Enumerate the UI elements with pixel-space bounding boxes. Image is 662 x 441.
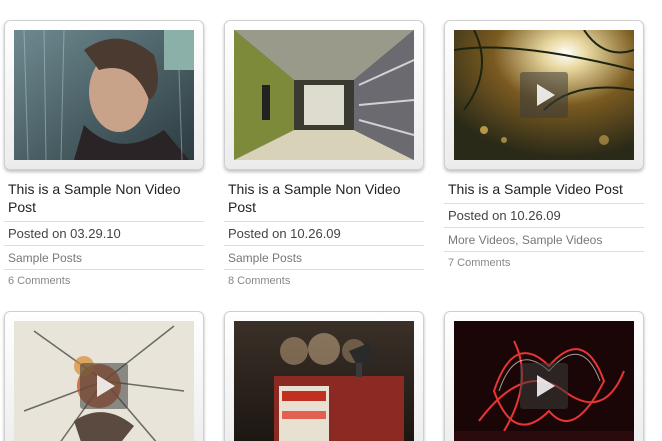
post-date: Posted on 10.26.09 bbox=[224, 221, 424, 245]
post-categories: Sample Posts bbox=[4, 245, 204, 269]
play-icon[interactable] bbox=[80, 363, 128, 409]
thumbnail-image[interactable] bbox=[454, 30, 634, 160]
play-icon[interactable] bbox=[520, 72, 568, 118]
post-thumbnail[interactable] bbox=[4, 311, 204, 441]
category-separator: , bbox=[515, 233, 522, 247]
thumbnail-image[interactable] bbox=[234, 30, 414, 160]
post-title[interactable]: This is a Sample Non Video Post bbox=[8, 180, 204, 216]
comments-link[interactable]: 6 Comments bbox=[4, 269, 204, 291]
post-date: Posted on 03.29.10 bbox=[4, 221, 204, 245]
post-date: Posted on 10.26.09 bbox=[444, 203, 644, 227]
post-title-link[interactable]: This is a Sample Non Video Post bbox=[8, 181, 181, 215]
category-link[interactable]: Sample Videos bbox=[522, 233, 603, 247]
category-link[interactable]: Sample Posts bbox=[8, 251, 82, 265]
category-link[interactable]: More Videos bbox=[448, 233, 515, 247]
thumbnail-image[interactable] bbox=[454, 321, 634, 441]
play-icon[interactable] bbox=[520, 363, 568, 409]
post-thumbnail[interactable] bbox=[224, 20, 424, 170]
post-thumbnail[interactable] bbox=[444, 20, 644, 170]
thumbnail-image[interactable] bbox=[14, 30, 194, 160]
post-title-link[interactable]: This is a Sample Video Post bbox=[448, 181, 623, 197]
thumbnail-image[interactable] bbox=[234, 321, 414, 441]
post-categories: More Videos, Sample Videos bbox=[444, 227, 644, 251]
category-link[interactable]: Sample Posts bbox=[228, 251, 302, 265]
post-title-link[interactable]: This is a Sample Non Video Post bbox=[228, 181, 401, 215]
thumbnail-image[interactable] bbox=[14, 321, 194, 441]
comments-link[interactable]: 8 Comments bbox=[224, 269, 424, 291]
post-title[interactable]: This is a Sample Non Video Post bbox=[228, 180, 424, 216]
post-thumbnail[interactable] bbox=[4, 20, 204, 170]
comments-link[interactable]: 7 Comments bbox=[444, 251, 644, 273]
post-thumbnail[interactable] bbox=[224, 311, 424, 441]
post-categories: Sample Posts bbox=[224, 245, 424, 269]
post-title[interactable]: This is a Sample Video Post bbox=[448, 180, 644, 198]
post-thumbnail[interactable] bbox=[444, 311, 644, 441]
